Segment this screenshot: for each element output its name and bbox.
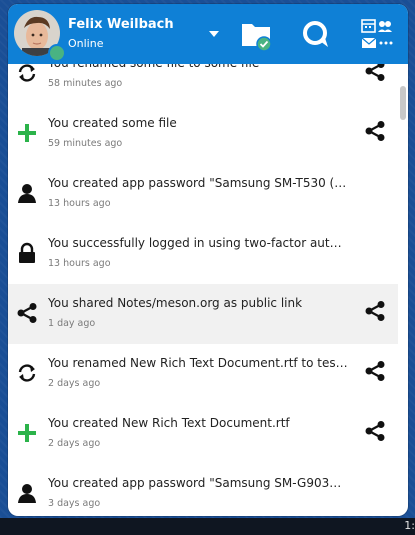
activity-time: 58 minutes ago <box>48 78 123 89</box>
chevron-down-icon[interactable] <box>206 26 222 42</box>
folder-sync-icon[interactable] <box>240 18 274 52</box>
share-icon <box>16 302 38 324</box>
account-header: Felix Weilbach Online <box>8 4 408 64</box>
lock-icon <box>16 242 38 264</box>
avatar[interactable] <box>14 10 66 62</box>
activity-time: 2 days ago <box>48 438 101 449</box>
activity-time: 59 minutes ago <box>48 138 123 149</box>
share-button[interactable] <box>364 360 388 384</box>
activity-time: 1 day ago <box>48 318 96 329</box>
activity-item[interactable]: You successfully logged in using two-fac… <box>8 224 398 284</box>
activity-popup: Felix Weilbach Online You renamed some f… <box>8 4 408 516</box>
activity-item[interactable]: You created app password "Samsung SM-G90… <box>8 464 398 516</box>
activity-item[interactable]: You created app password "Samsung SM-T53… <box>8 164 398 224</box>
activity-text: You created app password "Samsung SM-G90… <box>48 476 348 490</box>
activity-list[interactable]: You renamed some file to some file 58 min… <box>8 64 408 516</box>
share-button[interactable] <box>364 420 388 444</box>
apps-calendar-contacts-mail-icon[interactable] <box>360 16 394 52</box>
activity-item[interactable]: You renamed some file to some file 58 min… <box>8 64 398 104</box>
person-icon <box>16 482 38 504</box>
person-icon <box>16 182 38 204</box>
activity-time: 13 hours ago <box>48 198 111 209</box>
scrollbar-thumb[interactable] <box>400 86 406 120</box>
activity-text: You created New Rich Text Document.rtf <box>48 416 290 430</box>
share-button[interactable] <box>364 120 388 144</box>
activity-text: You created some file <box>48 116 177 130</box>
scrollbar[interactable] <box>400 64 406 516</box>
sync-icon <box>16 362 38 384</box>
activity-text: You successfully logged in using two-fac… <box>48 236 348 250</box>
activity-text: You created app password "Samsung SM-T53… <box>48 176 348 190</box>
activity-item[interactable]: You renamed New Rich Text Document.rtf t… <box>8 344 398 404</box>
activity-time: 13 hours ago <box>48 258 111 269</box>
activity-time: 3 days ago <box>48 498 101 509</box>
taskbar-clock: 1: <box>404 519 415 532</box>
taskbar: 1: <box>0 518 415 535</box>
user-status: Online <box>68 37 104 50</box>
activity-text: You renamed New Rich Text Document.rtf t… <box>48 356 348 370</box>
sync-icon <box>16 64 38 84</box>
online-status-indicator <box>48 44 66 62</box>
activity-item[interactable]: You created New Rich Text Document.rtf 2 … <box>8 404 398 464</box>
plus-icon <box>16 122 38 144</box>
user-name: Felix Weilbach <box>68 17 174 32</box>
activity-item[interactable]: You created some file 59 minutes ago <box>8 104 398 164</box>
activity-time: 2 days ago <box>48 378 101 389</box>
activity-text: You shared Notes/meson.org as public lin… <box>48 296 303 310</box>
activity-item[interactable]: You shared Notes/meson.org as public lin… <box>8 284 398 344</box>
plus-icon <box>16 422 38 444</box>
share-button[interactable] <box>364 300 388 324</box>
activity-text: You renamed some file to some file <box>48 64 348 70</box>
share-button[interactable] <box>364 64 388 84</box>
talk-icon[interactable] <box>300 18 332 50</box>
